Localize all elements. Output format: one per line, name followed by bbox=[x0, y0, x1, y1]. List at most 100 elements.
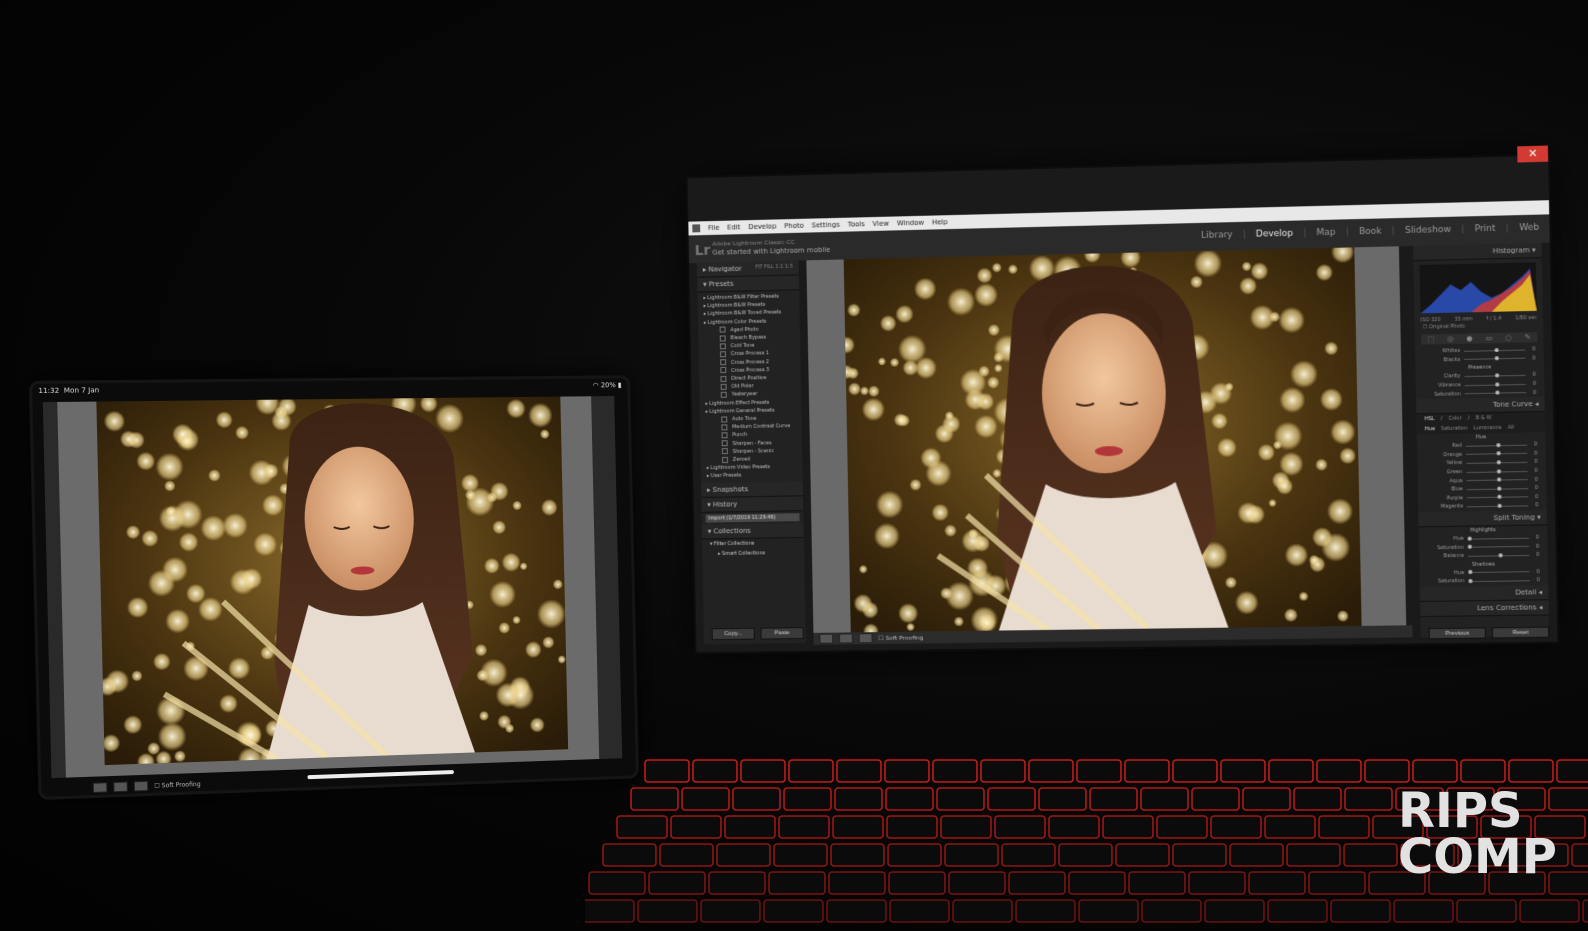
menu-file[interactable]: File bbox=[708, 224, 720, 232]
red-eye-icon[interactable]: ● bbox=[1466, 334, 1472, 342]
home-indicator[interactable] bbox=[307, 770, 454, 780]
slider-knob[interactable] bbox=[1497, 495, 1502, 500]
menu-window[interactable]: Window bbox=[897, 219, 924, 228]
slider-track[interactable] bbox=[1465, 451, 1528, 456]
lens-corrections-header[interactable]: Lens Corrections ◂ bbox=[1419, 599, 1549, 617]
tablet-date: Mon 7 Jan bbox=[63, 386, 100, 395]
adjustment-brush-icon[interactable]: ✎ bbox=[1525, 333, 1531, 341]
slider-track[interactable] bbox=[1467, 553, 1530, 558]
slider-knob[interactable] bbox=[1496, 451, 1501, 456]
smart-collections[interactable]: ▸ Smart Collections bbox=[702, 547, 804, 558]
slider-track[interactable] bbox=[1466, 460, 1528, 465]
menu-help[interactable]: Help bbox=[932, 218, 948, 226]
module-web[interactable]: Web bbox=[1519, 223, 1539, 234]
close-window-button[interactable]: ✕ bbox=[1517, 145, 1549, 163]
slider-knob[interactable] bbox=[1494, 356, 1499, 361]
slider-track[interactable] bbox=[1464, 390, 1527, 395]
slider-knob[interactable] bbox=[1497, 486, 1502, 491]
module-print[interactable]: Print bbox=[1474, 224, 1495, 235]
slider-track[interactable] bbox=[1463, 347, 1526, 353]
menu-edit[interactable]: Edit bbox=[727, 223, 740, 231]
slider-track[interactable] bbox=[1466, 495, 1529, 500]
copy-settings-button[interactable]: Copy... bbox=[711, 627, 755, 641]
reset-button[interactable]: Reset bbox=[1491, 626, 1550, 639]
tablet-screen[interactable]: ☐ Soft Proofing bbox=[42, 396, 623, 793]
slider-knob[interactable] bbox=[1468, 578, 1473, 584]
slider-knob[interactable] bbox=[1496, 442, 1501, 447]
graduated-filter-icon[interactable]: ▭ bbox=[1486, 334, 1493, 342]
tablet-loupe-icon[interactable] bbox=[92, 782, 108, 793]
slider-track[interactable] bbox=[1464, 373, 1526, 378]
soft-proofing-checkbox[interactable]: ☐ Soft Proofing bbox=[878, 634, 923, 642]
left-panel: ▸ Navigator FIT FILL 1:1 1:3 ▾ Presets ▸ … bbox=[696, 260, 806, 645]
tablet-compare-icon[interactable] bbox=[113, 781, 128, 793]
navigator-zoom[interactable]: FIT FILL 1:1 1:3 bbox=[755, 264, 792, 271]
subtab-hue[interactable]: Hue bbox=[1425, 426, 1435, 432]
slider-knob[interactable] bbox=[1494, 347, 1499, 353]
keyboard-key bbox=[588, 871, 646, 895]
slider-knob[interactable] bbox=[1467, 536, 1472, 541]
keyboard-key bbox=[1191, 787, 1240, 811]
subtab-all[interactable]: All bbox=[1508, 425, 1514, 431]
previous-button[interactable]: Previous bbox=[1428, 627, 1486, 640]
slider-knob[interactable] bbox=[1495, 382, 1500, 387]
detail-header[interactable]: Detail ◂ bbox=[1419, 584, 1549, 602]
module-book[interactable]: Book bbox=[1359, 227, 1382, 238]
preset-folder[interactable]: ▸ User Presets bbox=[701, 471, 803, 481]
tab-bw[interactable]: B & W bbox=[1476, 415, 1492, 421]
snapshots-header[interactable]: ▸ Snapshots bbox=[701, 481, 803, 498]
keyboard-key bbox=[1293, 787, 1342, 811]
tablet-yy-icon[interactable] bbox=[133, 780, 149, 792]
collections-header[interactable]: ▾ Collections bbox=[701, 522, 804, 540]
menu-develop[interactable]: Develop bbox=[748, 222, 776, 231]
keyboard-key bbox=[994, 815, 1046, 839]
subtab-luminance[interactable]: Luminance bbox=[1474, 425, 1502, 432]
slider-knob[interactable] bbox=[1496, 468, 1502, 474]
tab-color[interactable]: Color bbox=[1448, 415, 1461, 421]
crop-tool-icon[interactable]: ⬚ bbox=[1427, 335, 1434, 343]
slider-knob[interactable] bbox=[1467, 544, 1472, 549]
slider-track[interactable] bbox=[1467, 536, 1529, 541]
identity-plate-mobile[interactable]: Get started with Lightroom mobile bbox=[712, 246, 830, 257]
slider-knob[interactable] bbox=[1495, 390, 1500, 395]
slider-knob[interactable] bbox=[1496, 460, 1501, 465]
slider-track[interactable] bbox=[1465, 442, 1528, 447]
module-map[interactable]: Map bbox=[1316, 228, 1335, 239]
slider-knob[interactable] bbox=[1497, 503, 1502, 508]
tablet-soft-proofing[interactable]: ☐ Soft Proofing bbox=[154, 780, 200, 789]
paste-settings-button[interactable]: Paste bbox=[760, 627, 804, 640]
slider-label: Vibrance bbox=[1438, 382, 1461, 389]
history-item[interactable]: Import (1/7/2019 11:29:46) bbox=[705, 512, 800, 523]
slider-track[interactable] bbox=[1468, 570, 1530, 575]
yy-compare-icon[interactable] bbox=[858, 633, 873, 644]
module-slideshow[interactable]: Slideshow bbox=[1405, 225, 1451, 236]
histogram-graph[interactable] bbox=[1419, 262, 1537, 314]
radial-filter-icon[interactable]: ○ bbox=[1505, 334, 1511, 342]
menu-photo[interactable]: Photo bbox=[784, 222, 804, 230]
subtab-saturation[interactable]: Saturation bbox=[1441, 425, 1468, 432]
tab-hsl[interactable]: HSL bbox=[1425, 416, 1435, 422]
slider-track[interactable] bbox=[1466, 477, 1528, 482]
spot-removal-icon[interactable]: ◎ bbox=[1447, 335, 1453, 343]
loupe-view-icon[interactable] bbox=[819, 633, 834, 644]
menu-view[interactable]: View bbox=[872, 220, 889, 228]
image-view[interactable] bbox=[806, 246, 1407, 633]
slider-track[interactable] bbox=[1466, 468, 1528, 474]
slider-track[interactable] bbox=[1467, 503, 1529, 508]
module-develop[interactable]: Develop bbox=[1256, 229, 1294, 240]
slider-knob[interactable] bbox=[1495, 373, 1500, 378]
slider-knob[interactable] bbox=[1468, 570, 1473, 575]
slider-knob[interactable] bbox=[1497, 477, 1502, 482]
slider-track[interactable] bbox=[1467, 544, 1530, 549]
before-after-icon[interactable] bbox=[838, 633, 853, 644]
slider-track[interactable] bbox=[1464, 356, 1526, 361]
histogram-header[interactable]: Histogram ▾ bbox=[1413, 242, 1542, 262]
slider-track[interactable] bbox=[1466, 486, 1528, 491]
slider-knob[interactable] bbox=[1498, 553, 1503, 558]
history-header[interactable]: ▾ History bbox=[701, 495, 804, 513]
menu-settings[interactable]: Settings bbox=[812, 221, 840, 230]
slider-track[interactable] bbox=[1464, 382, 1526, 387]
menu-tools[interactable]: Tools bbox=[848, 220, 865, 228]
slider-track[interactable] bbox=[1468, 578, 1530, 584]
module-library[interactable]: Library bbox=[1201, 230, 1233, 241]
